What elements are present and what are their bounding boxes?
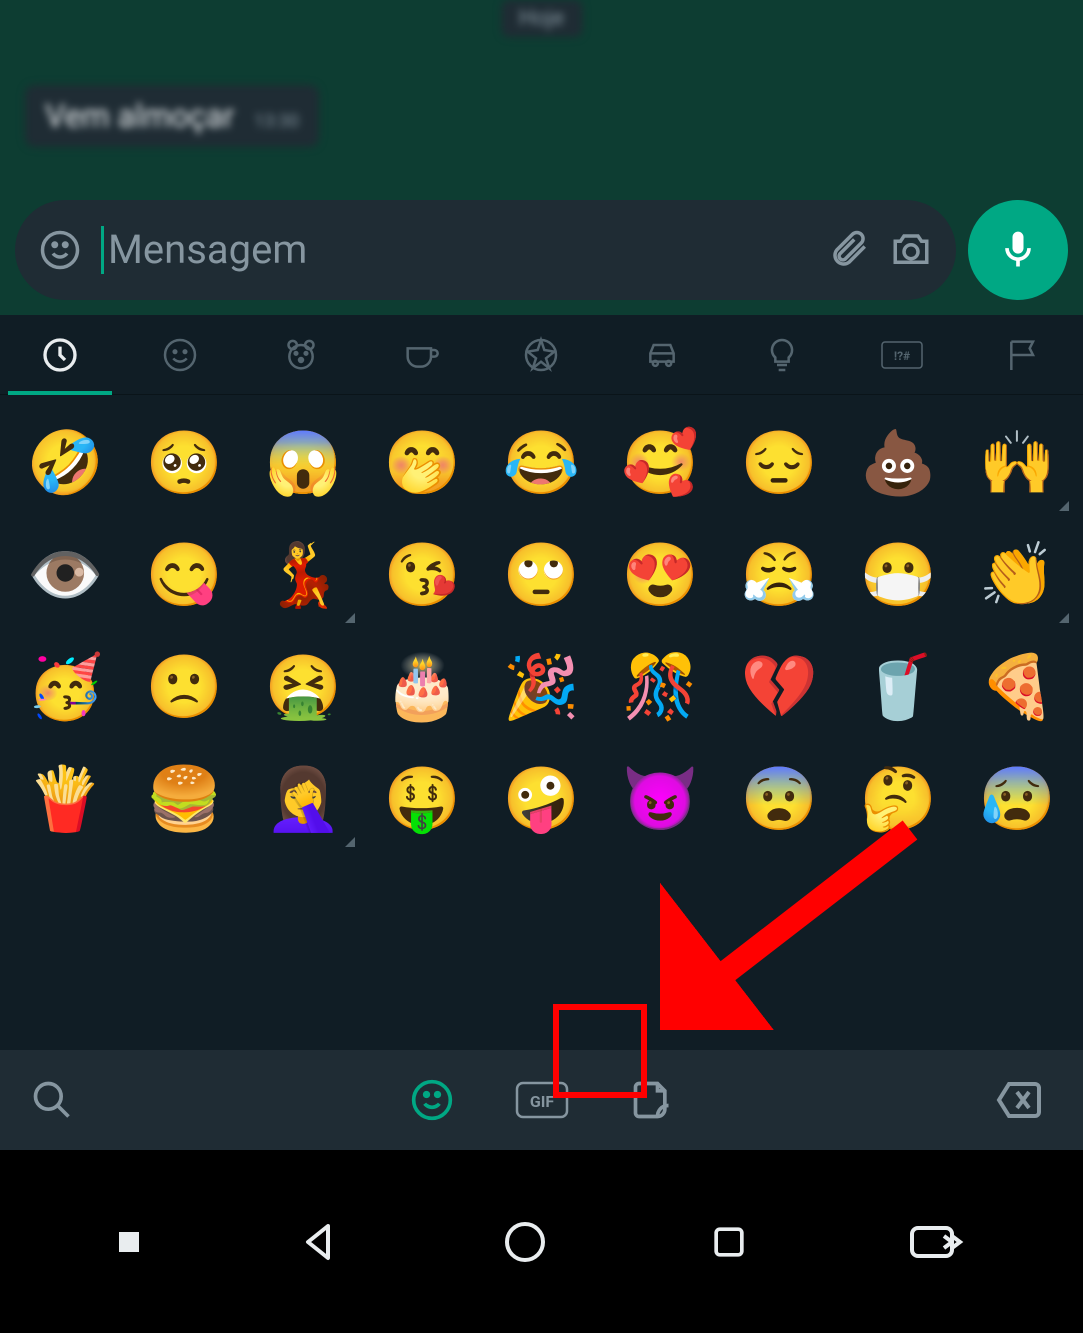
category-food[interactable]	[361, 315, 481, 394]
flag-icon	[1003, 335, 1043, 375]
sticker-tab-button[interactable]	[620, 1068, 684, 1132]
nav-switch-icon[interactable]	[908, 1220, 964, 1264]
emoji-item[interactable]: 🙁	[127, 633, 242, 741]
category-symbols[interactable]: !?#	[842, 315, 962, 394]
message-input[interactable]: Mensagem	[101, 226, 808, 274]
emoji-item[interactable]: 🍔	[127, 745, 242, 853]
mic-button[interactable]	[968, 200, 1068, 300]
emoji-item[interactable]: 😷	[841, 521, 956, 629]
message-input-pill: Mensagem	[15, 200, 956, 300]
cup-icon	[401, 335, 441, 375]
emoji-item[interactable]: 🤭	[365, 409, 480, 517]
emoji-item[interactable]: 🤪	[484, 745, 599, 853]
emoji-item[interactable]: 🤮	[246, 633, 361, 741]
attachment-icon[interactable]	[828, 229, 870, 271]
message-text: Vem almoçar	[45, 97, 234, 135]
car-icon	[642, 335, 682, 375]
category-smileys[interactable]	[120, 315, 240, 394]
emoji-item[interactable]: 😘	[365, 521, 480, 629]
incoming-message[interactable]: Vem almoçar 13:30	[25, 85, 319, 147]
emoji-item[interactable]: 🥳	[8, 633, 123, 741]
emoji-item[interactable]: 🥺	[127, 409, 242, 517]
nav-menu-icon[interactable]	[119, 1232, 139, 1252]
emoji-bottom-bar: GIF	[0, 1050, 1083, 1150]
emoji-item[interactable]: 🙄	[484, 521, 599, 629]
category-travel[interactable]	[602, 315, 722, 394]
message-time: 13:30	[254, 111, 299, 132]
emoji-item[interactable]: 😱	[246, 409, 361, 517]
emoji-item[interactable]: 🤑	[365, 745, 480, 853]
emoji-item[interactable]: 🍟	[8, 745, 123, 853]
emoji-tab-button[interactable]	[400, 1068, 464, 1132]
emoji-item[interactable]: 🤣	[8, 409, 123, 517]
category-flags[interactable]	[963, 315, 1083, 394]
svg-text:!?#: !?#	[894, 349, 910, 363]
emoji-item[interactable]: 🙌	[960, 409, 1075, 517]
emoji-grid: 🤣🥺😱🤭😂🥰😔💩🙌 👁️😋💃😘🙄😍😤😷👏 🥳🙁🤮🎂🎉🎊💔🥤🍕 🍟🍔🤦‍♀️🤑🤪😈😨🤔😰	[0, 395, 1083, 1050]
emoji-item[interactable]: 🎂	[365, 633, 480, 741]
emoji-item[interactable]: 👁️	[8, 521, 123, 629]
emoji-item[interactable]: 😋	[127, 521, 242, 629]
emoji-icon[interactable]	[39, 229, 81, 271]
gif-tab-button[interactable]: GIF	[504, 1070, 580, 1130]
emoji-item[interactable]: 😔	[722, 409, 837, 517]
emoji-item[interactable]: 🤦‍♀️	[246, 745, 361, 853]
emoji-item[interactable]: 😨	[722, 745, 837, 853]
message-input-row: Mensagem	[15, 200, 1068, 300]
emoji-item[interactable]: 💔	[722, 633, 837, 741]
symbols-icon: !?#	[880, 340, 924, 370]
nav-back-icon[interactable]	[296, 1218, 344, 1266]
emoji-item[interactable]: 🎊	[603, 633, 718, 741]
emoji-category-tabs: !?#	[0, 315, 1083, 395]
category-activity[interactable]	[481, 315, 601, 394]
smiley-icon	[160, 335, 200, 375]
emoji-item[interactable]: 😰	[960, 745, 1075, 853]
android-nav-bar	[0, 1150, 1083, 1333]
nav-home-icon[interactable]	[501, 1218, 549, 1266]
emoji-item[interactable]: 💃	[246, 521, 361, 629]
bulb-icon	[762, 335, 802, 375]
emoji-item[interactable]: 🤔	[841, 745, 956, 853]
camera-icon[interactable]	[890, 229, 932, 271]
emoji-item[interactable]: 🥤	[841, 633, 956, 741]
emoji-item[interactable]: 💩	[841, 409, 956, 517]
bear-icon	[281, 335, 321, 375]
date-badge: Hoje	[501, 0, 582, 37]
search-icon[interactable]	[30, 1049, 130, 1151]
emoji-item[interactable]: 😍	[603, 521, 718, 629]
category-animals[interactable]	[241, 315, 361, 394]
emoji-item[interactable]: 👏	[960, 521, 1075, 629]
category-objects[interactable]	[722, 315, 842, 394]
nav-recent-icon[interactable]	[707, 1220, 751, 1264]
emoji-item[interactable]: 😂	[484, 409, 599, 517]
emoji-item[interactable]: 🥰	[603, 409, 718, 517]
category-recent[interactable]	[0, 315, 120, 394]
backspace-icon[interactable]	[985, 1070, 1053, 1130]
emoji-item[interactable]: 😈	[603, 745, 718, 853]
emoji-panel: !?# 🤣🥺😱🤭😂🥰😔💩🙌 👁️😋💃😘🙄😍😤😷👏 🥳🙁🤮🎂🎉🎊💔🥤🍕 🍟🍔🤦‍♀️🤑🤪…	[0, 315, 1083, 1050]
emoji-item[interactable]: 😤	[722, 521, 837, 629]
ball-icon	[521, 335, 561, 375]
emoji-item[interactable]: 🎉	[484, 633, 599, 741]
emoji-item[interactable]: 🍕	[960, 633, 1075, 741]
clock-icon	[40, 335, 80, 375]
chat-background: Hoje Vem almoçar 13:30 Mensagem	[0, 0, 1083, 315]
svg-text:GIF: GIF	[529, 1092, 554, 1111]
